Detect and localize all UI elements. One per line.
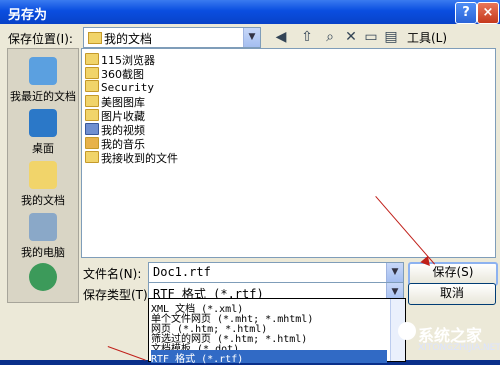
recent-documents-icon: [29, 57, 57, 85]
place-label: 桌面: [32, 142, 54, 155]
places-bar: 我最近的文档 桌面 我的文档 我的电脑: [7, 48, 79, 303]
list-item[interactable]: Security: [85, 80, 154, 94]
search-web-icon[interactable]: ⌕: [320, 27, 340, 47]
title-bar: 另存为 ? ×: [0, 0, 500, 24]
file-list[interactable]: 115浏览器 360截图 Security 美图图库 图片收藏 我的视频 我的音…: [81, 48, 496, 258]
desktop-icon: [29, 109, 57, 137]
folder-icon: [85, 53, 99, 65]
tools-menu[interactable]: 工具(L): [407, 29, 447, 46]
my-computer-icon: [29, 213, 57, 241]
music-folder-icon: [85, 137, 99, 149]
new-folder-icon[interactable]: ▭: [361, 27, 381, 47]
list-item[interactable]: 美图图库: [85, 94, 145, 109]
folder-icon: [88, 32, 102, 44]
views-icon[interactable]: ▤: [381, 27, 401, 47]
window-title: 另存为: [8, 8, 48, 23]
place-desktop[interactable]: 桌面: [8, 109, 78, 156]
dropdown-option-selected[interactable]: RTF 格式 (*.rtf): [151, 350, 387, 365]
folder-icon: [85, 151, 99, 163]
chevron-down-icon[interactable]: ▼: [386, 263, 403, 282]
filetype-label: 保存类型(T):: [83, 288, 152, 302]
save-as-dialog: 另存为 ? × 保存位置(I): 我的文档 ▼ ◀ ⇧ ⌕ ✕ ▭ ▤ 工具(L…: [0, 0, 500, 365]
file-name: 我接收到的文件: [101, 152, 178, 165]
list-item[interactable]: 我的音乐: [85, 136, 145, 151]
list-item[interactable]: 115浏览器: [85, 52, 155, 67]
list-item[interactable]: 图片收藏: [85, 108, 145, 123]
filename-value: Doc1.rtf: [153, 265, 211, 279]
place-recent[interactable]: 我最近的文档: [8, 57, 78, 104]
back-icon[interactable]: ◀: [271, 27, 291, 47]
up-folder-icon[interactable]: ⇧: [297, 27, 317, 47]
file-name: Security: [101, 81, 154, 94]
annotation-arrow: [107, 346, 146, 361]
close-button[interactable]: ×: [477, 2, 499, 24]
watermark-logo: [398, 322, 416, 340]
folder-icon: [85, 80, 99, 92]
place-network[interactable]: [8, 263, 78, 294]
list-item[interactable]: 我的视频: [85, 122, 145, 137]
place-my-computer[interactable]: 我的电脑: [8, 213, 78, 260]
network-icon: [29, 263, 57, 291]
video-folder-icon: [85, 123, 99, 135]
folder-icon: [85, 109, 99, 121]
location-combo[interactable]: 我的文档 ▼: [83, 27, 261, 48]
filename-label: 文件名(N):: [83, 267, 142, 281]
place-my-documents[interactable]: 我的文档: [8, 161, 78, 208]
delete-icon[interactable]: ✕: [341, 27, 361, 47]
place-label: 我最近的文档: [10, 90, 76, 103]
folder-icon: [85, 95, 99, 107]
help-button[interactable]: ?: [455, 2, 477, 24]
list-item[interactable]: 我接收到的文件: [85, 150, 178, 165]
folder-icon: [85, 67, 99, 79]
chevron-down-icon[interactable]: ▼: [243, 28, 260, 47]
cancel-button[interactable]: 取消: [408, 283, 496, 305]
my-documents-icon: [29, 161, 57, 189]
place-label: 我的电脑: [21, 246, 65, 259]
filetype-dropdown[interactable]: XML 文档 (*.xml) 单个文件网页 (*.mht; *.mhtml) 网…: [148, 298, 406, 365]
location-label: 保存位置(I):: [8, 32, 73, 46]
watermark-url: XITONGZHIJIA.NET: [418, 343, 500, 353]
list-item[interactable]: 360截图: [85, 66, 144, 81]
filename-field[interactable]: Doc1.rtf ▼: [148, 262, 404, 283]
place-label: 我的文档: [21, 194, 65, 207]
location-value: 我的文档: [104, 32, 153, 46]
